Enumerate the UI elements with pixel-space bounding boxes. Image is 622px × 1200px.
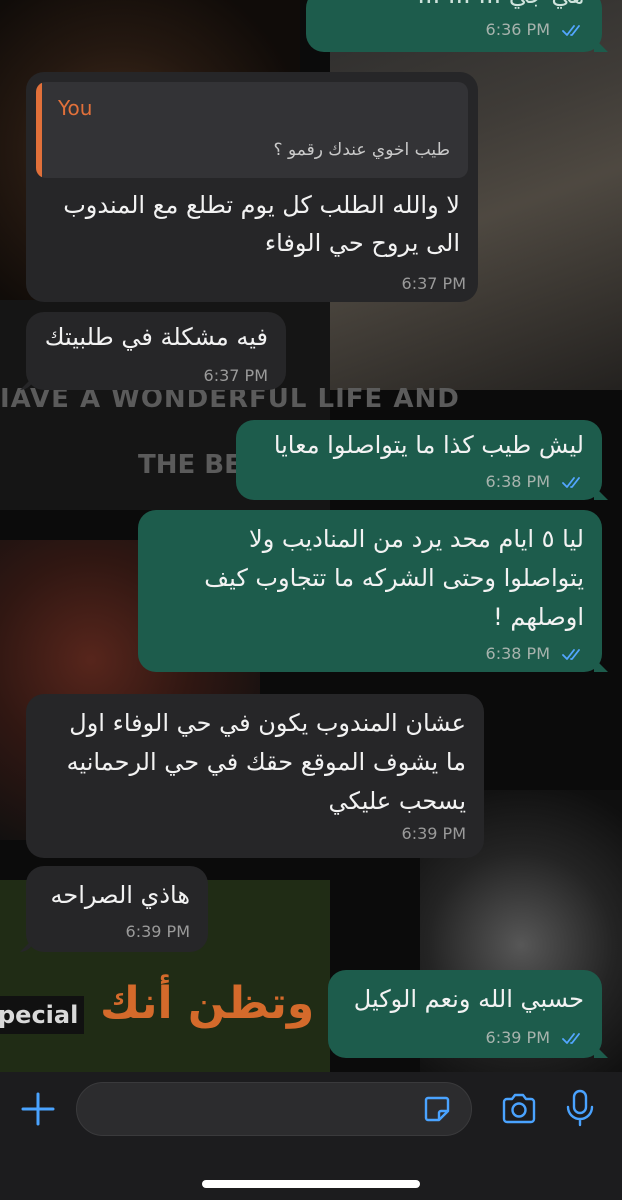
message-timestamp: 6:36 PM <box>485 20 550 39</box>
double-check-icon <box>562 1033 580 1044</box>
message-timestamp: 6:39 PM <box>485 1028 550 1047</box>
message-timestamp: 6:39 PM <box>401 824 466 843</box>
incoming-message[interactable]: عشان المندوب يكون في حي الوفاء اول ما يش… <box>26 694 484 858</box>
double-check-icon <box>562 25 580 36</box>
quoted-reply[interactable]: You طيب اخوي عندك رقمو ؟ <box>36 82 468 178</box>
home-indicator <box>202 1180 420 1188</box>
microphone-icon[interactable] <box>564 1088 596 1128</box>
message-text: ما يشوف الموقع حقك في حي الرحمانيه <box>66 748 466 776</box>
message-text: هاذي الصراحه <box>50 881 190 909</box>
sticker-icon[interactable] <box>422 1094 452 1124</box>
incoming-message[interactable]: هاذي الصراحه 6:39 PM <box>20 866 208 952</box>
message-text: لا والله الطلب كل يوم تطلع مع المندوب <box>63 191 460 219</box>
quote-accent-bar <box>36 82 42 178</box>
incoming-message[interactable]: فيه مشكلة في طلبيتك 6:37 PM <box>20 312 286 390</box>
message-timestamp: 6:37 PM <box>203 366 268 385</box>
quote-text: طيب اخوي عندك رقمو ؟ <box>273 140 450 160</box>
camera-icon[interactable] <box>500 1092 538 1126</box>
outgoing-message[interactable]: ليش طيب كذا ما يتواصلوا معايا 6:38 PM <box>236 420 608 500</box>
message-text: حسبي الله ونعم الوكيل <box>353 985 584 1013</box>
message-text: ليا ٥ ايام محد يرد من المناديب ولا <box>249 525 584 553</box>
quote-sender: You <box>58 96 93 120</box>
incoming-message[interactable]: You طيب اخوي عندك رقمو ؟ لا والله الطلب … <box>26 72 478 302</box>
message-text: هي جي ... ... ... <box>417 0 584 13</box>
message-timestamp: 6:37 PM <box>401 274 466 293</box>
wallpaper-text: وتظن أنك <box>100 978 315 1029</box>
double-check-icon <box>562 477 580 488</box>
message-text: فيه مشكلة في طلبيتك <box>44 323 268 351</box>
message-input[interactable] <box>76 1082 472 1136</box>
message-text: ليش طيب كذا ما يتواصلوا معايا <box>273 431 584 459</box>
double-check-icon <box>562 649 580 660</box>
message-timestamp: 6:38 PM <box>485 472 550 491</box>
outgoing-message[interactable]: ليا ٥ ايام محد يرد من المناديب ولا يتواص… <box>138 510 608 672</box>
message-text: عشان المندوب يكون في حي الوفاء اول <box>69 709 466 737</box>
message-text: الى يروح حي الوفاء <box>264 229 460 257</box>
outgoing-message[interactable]: هي جي ... ... ... 6:36 PM <box>306 0 608 52</box>
wallpaper-text: pecial <box>0 996 84 1034</box>
message-timestamp: 6:39 PM <box>125 922 190 941</box>
plus-icon[interactable] <box>18 1089 58 1129</box>
message-text: اوصلهم ! <box>493 603 584 631</box>
message-timestamp: 6:38 PM <box>485 644 550 663</box>
outgoing-message[interactable]: حسبي الله ونعم الوكيل 6:39 PM <box>328 970 608 1058</box>
message-text: يسحب عليكي <box>328 787 466 815</box>
message-text: يتواصلوا وحتى الشركه ما تتجاوب كيف <box>204 564 584 592</box>
